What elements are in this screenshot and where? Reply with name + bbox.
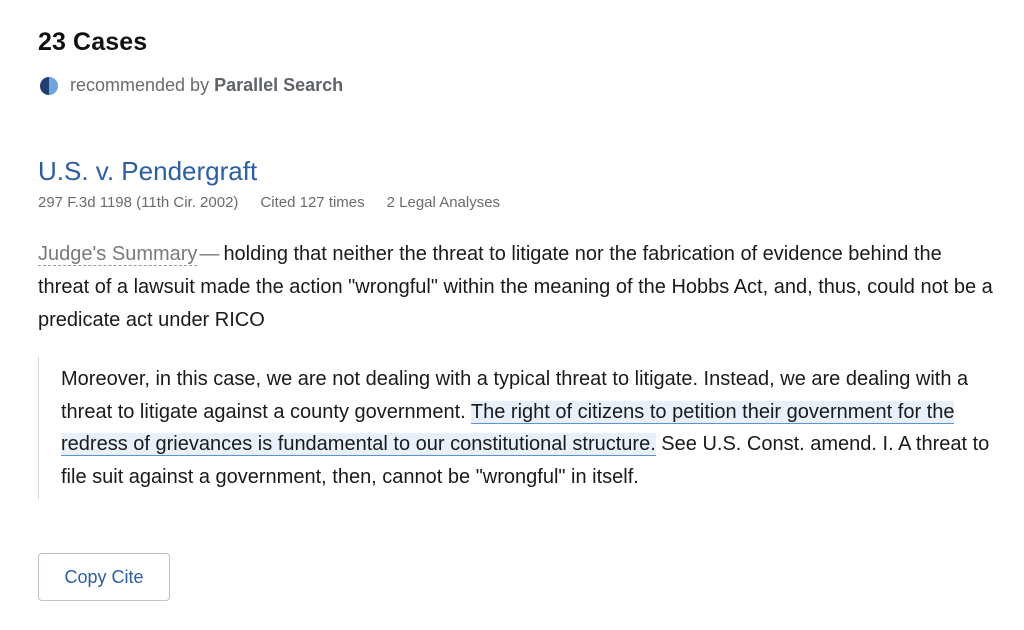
judges-summary: Judge's Summary — holding that neither the… [38, 238, 998, 337]
case-meta: 297 F.3d 1198 (11th Cir. 2002) Cited 127… [38, 194, 500, 211]
recommended-prefix: recommended by [70, 75, 210, 95]
recommended-by: recommended by Parallel Search [40, 75, 343, 96]
case-citation: 297 F.3d 1198 (11th Cir. 2002) [38, 194, 239, 211]
case-title-link[interactable]: U.S. v. Pendergraft [38, 156, 257, 187]
legal-analyses-count: 2 Legal Analyses [386, 194, 501, 211]
cited-count: Cited 127 times [260, 194, 365, 211]
summary-dash: — [199, 243, 220, 265]
summary-label[interactable]: Judge's Summary [38, 243, 198, 266]
case-excerpt: Moreover, in this case, we are not deali… [38, 357, 991, 500]
half-circle-icon [40, 76, 58, 95]
recommended-brand: Parallel Search [214, 75, 344, 95]
results-count: 23 Cases [38, 28, 148, 56]
copy-cite-button[interactable]: Copy Cite [38, 553, 170, 601]
